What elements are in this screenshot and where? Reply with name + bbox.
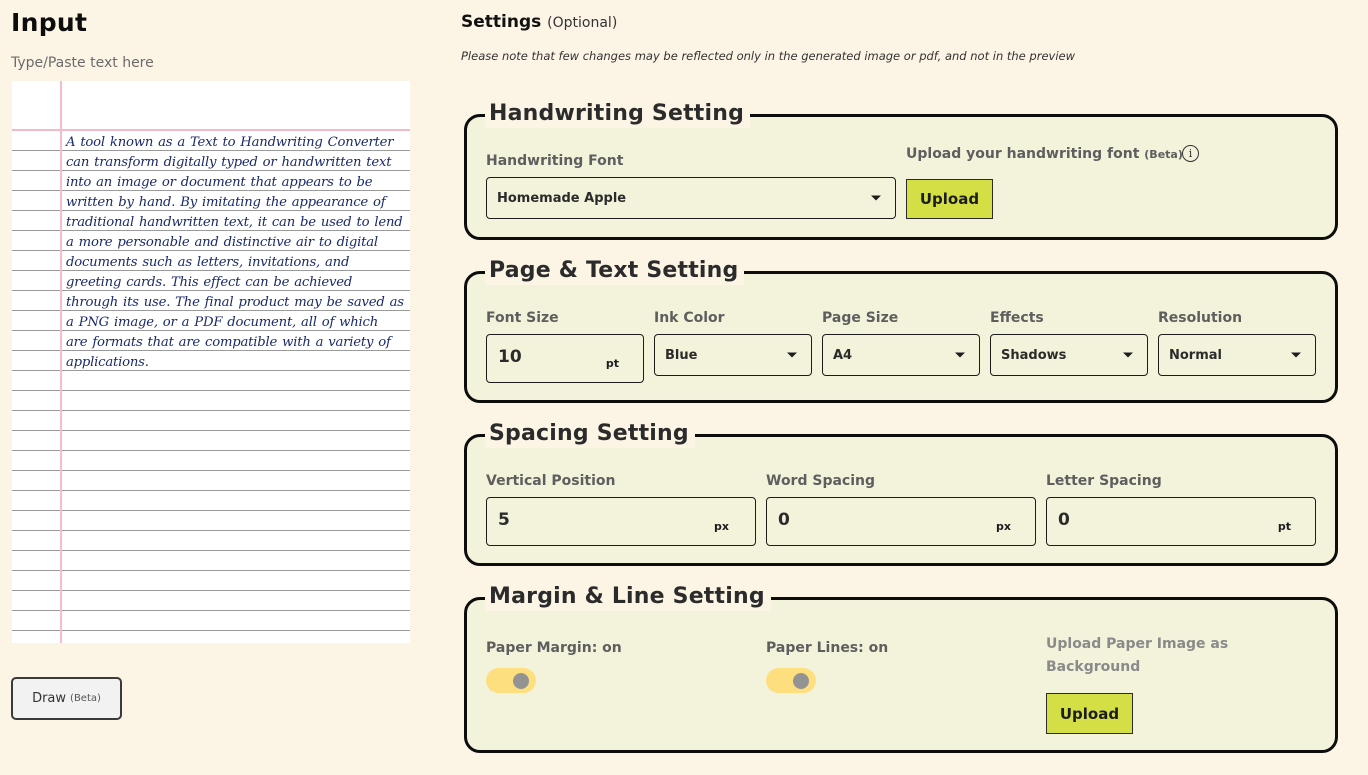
word-spacing-input[interactable]: 0 px <box>766 497 1036 546</box>
margin-line-setting-group: Margin & Line Setting Paper Margin: on P… <box>464 583 1338 753</box>
effects-label: Effects <box>990 310 1044 326</box>
letter-spacing-label: Letter Spacing <box>1046 473 1162 489</box>
draw-button-label: Draw <box>32 691 67 706</box>
group-legend: Page & Text Setting <box>485 257 745 285</box>
word-spacing-label: Word Spacing <box>766 473 875 489</box>
letter-spacing-input[interactable]: 0 pt <box>1046 497 1316 546</box>
toggle-knob <box>513 672 529 689</box>
font-size-label: Font Size <box>486 310 559 326</box>
paper-margin-label: Paper Margin: on <box>486 640 622 656</box>
word-spacing-value: 0 <box>778 510 790 530</box>
handwriting-preview-editor[interactable]: A tool known as a Text to Handwriting Co… <box>12 81 410 643</box>
upload-font-beta-badge: (Beta) <box>1144 148 1183 161</box>
handwriting-font-select[interactable]: Homemade Apple <box>486 177 896 219</box>
handwritten-text[interactable]: A tool known as a Text to Handwriting Co… <box>66 133 404 373</box>
group-legend: Spacing Setting <box>485 420 695 448</box>
page-size-value: A4 <box>833 347 853 363</box>
upload-font-button[interactable]: Upload <box>906 179 993 219</box>
settings-title-text: Settings <box>461 12 542 32</box>
vertical-position-input[interactable]: 5 px <box>486 497 756 546</box>
input-title: Input <box>11 8 88 37</box>
chevron-down-icon <box>787 352 797 358</box>
handwriting-setting-group: Handwriting Setting Handwriting Font Hom… <box>464 100 1338 240</box>
ink-color-label: Ink Color <box>654 310 725 326</box>
paper-margin-toggle[interactable] <box>486 668 536 693</box>
letter-spacing-unit: pt <box>1277 520 1291 533</box>
group-legend: Margin & Line Setting <box>485 583 771 611</box>
settings-title: Settings (Optional) <box>461 12 617 32</box>
font-size-value: 10 <box>498 347 522 367</box>
draw-beta-badge: (Beta) <box>70 693 101 704</box>
paper-margin-line <box>60 81 62 643</box>
chevron-down-icon <box>1291 352 1301 358</box>
font-size-unit: pt <box>605 357 619 370</box>
toggle-knob <box>793 672 809 689</box>
resolution-label: Resolution <box>1158 310 1243 326</box>
page-text-setting-group: Page & Text Setting Font Size 10 pt Ink … <box>464 257 1338 403</box>
settings-optional-label: (Optional) <box>547 15 618 31</box>
upload-font-label: Upload your handwriting font (Beta) <box>906 146 1183 162</box>
draw-button[interactable]: Draw (Beta) <box>11 677 122 720</box>
page-size-label: Page Size <box>822 310 899 326</box>
vertical-position-unit: px <box>714 520 729 533</box>
paper-lines-label: Paper Lines: on <box>766 640 889 656</box>
spacing-setting-group: Spacing Setting Vertical Position 5 px W… <box>464 420 1338 566</box>
font-size-input[interactable]: 10 pt <box>486 334 644 383</box>
upload-background-button[interactable]: Upload <box>1046 693 1133 734</box>
resolution-value: Normal <box>1169 347 1222 363</box>
chevron-down-icon <box>871 195 881 201</box>
handwriting-font-label: Handwriting Font <box>486 153 624 169</box>
ink-color-select[interactable]: Blue <box>654 334 812 376</box>
chevron-down-icon <box>955 352 965 358</box>
upload-background-label: Upload Paper Image as Background <box>1046 636 1229 675</box>
effects-select[interactable]: Shadows <box>990 334 1148 376</box>
paper-top-margin-line <box>12 129 410 131</box>
chevron-down-icon <box>1123 352 1133 358</box>
settings-note: Please note that few changes may be refl… <box>461 49 1075 63</box>
word-spacing-unit: px <box>996 520 1011 533</box>
handwriting-font-value: Homemade Apple <box>497 190 627 206</box>
info-icon[interactable]: i <box>1182 145 1199 162</box>
effects-value: Shadows <box>1001 347 1067 363</box>
vertical-position-label: Vertical Position <box>486 473 616 489</box>
ink-color-value: Blue <box>665 347 698 363</box>
vertical-position-value: 5 <box>498 510 510 530</box>
resolution-select[interactable]: Normal <box>1158 334 1316 376</box>
letter-spacing-value: 0 <box>1058 510 1070 530</box>
input-hint: Type/Paste text here <box>11 55 154 71</box>
group-legend: Handwriting Setting <box>485 100 751 128</box>
paper-lines-toggle[interactable] <box>766 668 816 693</box>
page-size-select[interactable]: A4 <box>822 334 980 376</box>
